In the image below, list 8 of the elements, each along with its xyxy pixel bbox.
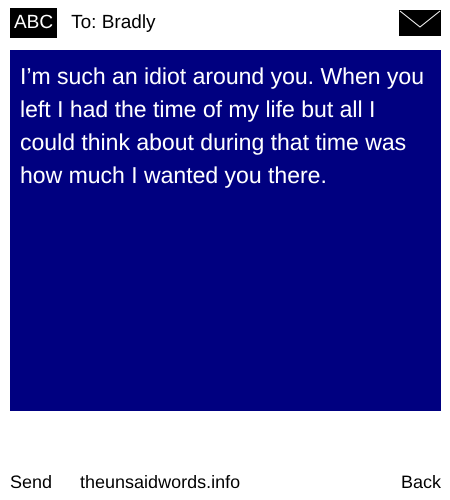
- back-softkey[interactable]: Back: [400, 472, 441, 492]
- send-softkey[interactable]: Send: [10, 472, 80, 492]
- message-text: I’m such an idiot around you. When you left I had the time of my life but all I could think about during that time was how much I wanted you there.: [20, 62, 426, 190]
- recipient-label: To: Bradly: [71, 12, 157, 34]
- message-area[interactable]: I’m such an idiot around you. When you left I had the time of my life but all I could think about during that time was how much I wanted you there.: [10, 50, 441, 411]
- website-label: theunsaidwords.info: [80, 472, 242, 492]
- envelope-icon: [399, 10, 441, 36]
- input-mode-indicator: ABC: [10, 8, 58, 38]
